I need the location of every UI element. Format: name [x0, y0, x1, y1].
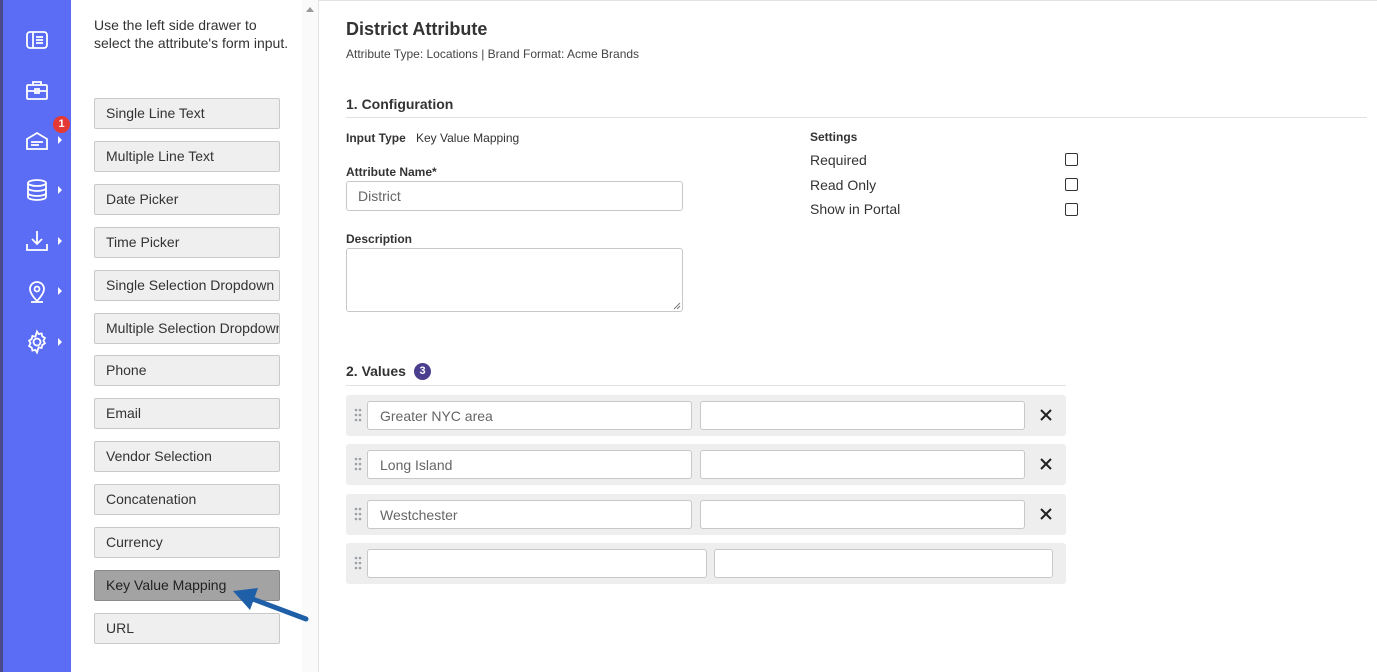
configuration-divider — [346, 117, 1367, 118]
page-title: District Attribute — [346, 19, 488, 39]
rail-item-location[interactable] — [0, 271, 71, 311]
rail-item-settings[interactable] — [0, 322, 71, 362]
resize-grip-icon[interactable] — [673, 302, 681, 310]
value-row — [346, 395, 1066, 436]
setting-required-checkbox[interactable] — [1065, 153, 1078, 166]
caret-right-icon — [58, 186, 62, 194]
value-value-input[interactable] — [700, 450, 1025, 479]
value-row-new — [346, 543, 1066, 584]
database-icon — [27, 179, 47, 201]
briefcase-icon — [26, 81, 48, 100]
download-icon — [26, 231, 48, 251]
value-row — [346, 494, 1066, 535]
value-key-input[interactable] — [367, 450, 692, 479]
drag-handle-icon[interactable] — [354, 507, 362, 521]
description-textarea[interactable] — [346, 248, 683, 312]
top-divider — [319, 0, 1377, 1]
configuration-section-title: 1. Configuration — [346, 96, 454, 112]
drag-handle-icon[interactable] — [354, 408, 362, 422]
gear-icon — [27, 329, 47, 355]
input-type-single-line-text[interactable]: Single Line Text — [94, 98, 280, 129]
remove-row-icon[interactable] — [1038, 456, 1054, 472]
value-value-input[interactable] — [700, 500, 1025, 529]
settings-label: Settings — [810, 130, 858, 144]
attribute-name-label: Attribute Name* — [346, 165, 437, 179]
input-type-currency[interactable]: Currency — [94, 527, 280, 558]
values-section-title: 2. Values — [346, 363, 406, 379]
input-type-multiple-selection-dropdown[interactable]: Multiple Selection Dropdown — [94, 313, 280, 344]
setting-show-in-portal-checkbox[interactable] — [1065, 203, 1078, 216]
rail-item-briefcase[interactable] — [0, 70, 71, 110]
input-type-vendor-selection[interactable]: Vendor Selection — [94, 441, 280, 472]
value-key-input[interactable] — [367, 500, 692, 529]
inbox-tray-icon — [26, 131, 48, 150]
values-divider — [346, 385, 1066, 386]
setting-required-label: Required — [810, 152, 867, 168]
input-type-date-picker[interactable]: Date Picker — [94, 184, 280, 215]
remove-row-icon[interactable] — [1038, 407, 1054, 423]
caret-right-icon — [58, 237, 62, 245]
rail-item-download[interactable] — [0, 221, 71, 261]
drag-handle-icon[interactable] — [354, 556, 362, 570]
input-type-multiple-line-text[interactable]: Multiple Line Text — [94, 141, 280, 172]
rail-item-database[interactable] — [0, 170, 71, 210]
panel-icon — [26, 31, 48, 49]
rail-item-panel[interactable] — [0, 20, 71, 60]
value-value-input[interactable] — [700, 401, 1025, 430]
attribute-name-input[interactable] — [346, 181, 683, 211]
value-key-input[interactable] — [367, 401, 692, 430]
input-type-single-selection-dropdown[interactable]: Single Selection Dropdown — [94, 270, 280, 301]
input-type-time-picker[interactable]: Time Picker — [94, 227, 280, 258]
drawer-help-text: Use the left side drawer to select the a… — [94, 17, 289, 51]
input-type-email[interactable]: Email — [94, 398, 280, 429]
setting-read-only-label: Read Only — [810, 177, 877, 193]
setting-read-only-checkbox[interactable] — [1065, 178, 1078, 191]
drag-handle-icon[interactable] — [354, 457, 362, 471]
new-value-key-input[interactable] — [367, 549, 707, 578]
input-type-value: Key Value Mapping — [416, 131, 520, 145]
scroll-up-icon[interactable] — [306, 7, 314, 12]
page-subtitle: Attribute Type: Locations | Brand Format… — [346, 47, 640, 61]
values-count-badge: 3 — [414, 363, 431, 380]
input-type-concatenation[interactable]: Concatenation — [94, 484, 280, 515]
input-type-phone[interactable]: Phone — [94, 355, 280, 386]
value-row — [346, 444, 1066, 485]
caret-right-icon — [58, 287, 62, 295]
map-pin-icon — [29, 281, 45, 303]
notification-badge: 1 — [53, 116, 70, 133]
remove-row-icon[interactable] — [1038, 506, 1054, 522]
drawer-scrollbar[interactable] — [302, 0, 318, 672]
setting-show-in-portal-label: Show in Portal — [810, 201, 901, 217]
new-value-value-input[interactable] — [714, 549, 1053, 578]
annotation-arrow-icon — [233, 588, 309, 622]
description-label: Description — [346, 232, 413, 246]
caret-right-icon — [58, 338, 62, 346]
input-type-label: Input Type — [346, 131, 406, 145]
caret-right-icon — [58, 136, 62, 144]
